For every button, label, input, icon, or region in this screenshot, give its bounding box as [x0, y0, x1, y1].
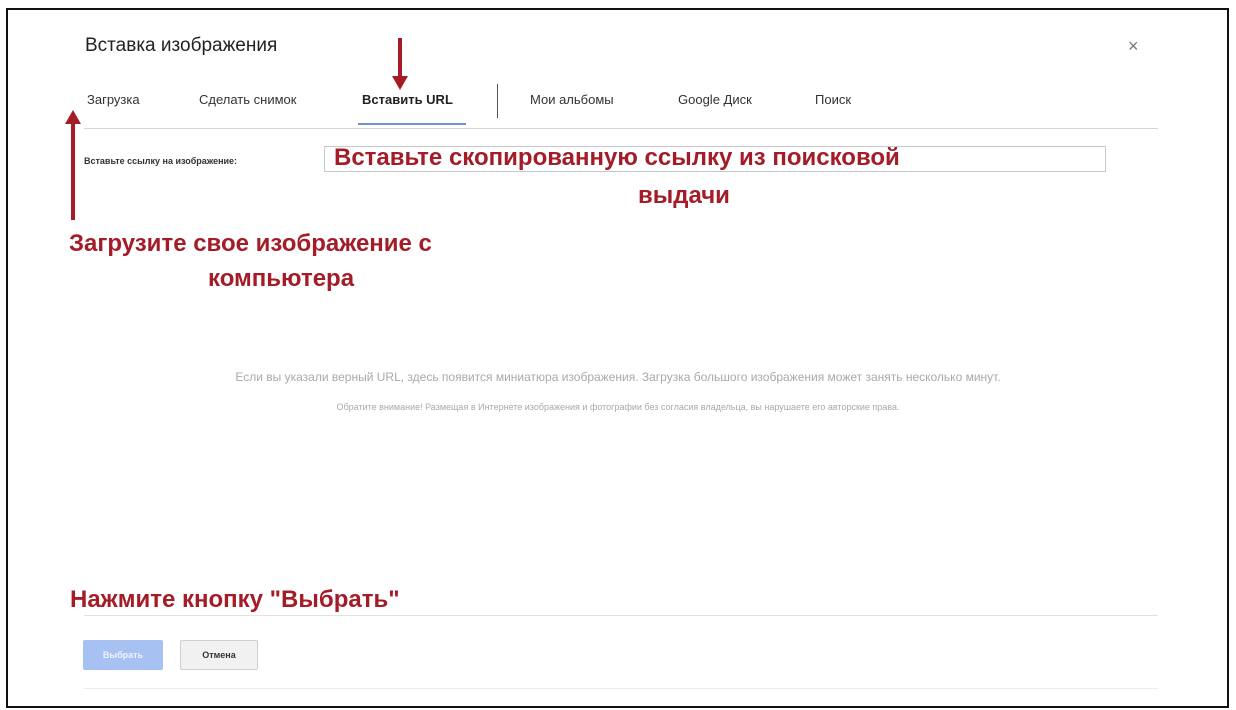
tab-my-albums[interactable]: Мои альбомы — [530, 92, 614, 107]
annotation-upload-line1: Загрузите свое изображение с — [69, 230, 432, 257]
select-button[interactable]: Выбрать — [83, 640, 163, 670]
tab-paste-url[interactable]: Вставить URL — [362, 92, 453, 107]
tab-upload[interactable]: Загрузка — [87, 92, 140, 107]
arrow-up-icon — [65, 110, 81, 220]
tabs-divider — [84, 128, 1158, 129]
bottom-divider — [84, 688, 1158, 689]
annotation-paste-link-line2: выдачи — [638, 182, 730, 209]
url-field-label: Вставьте ссылку на изображение: — [84, 156, 238, 166]
tab-take-snapshot[interactable]: Сделать снимок — [199, 92, 296, 107]
annotation-paste-link-line1: Вставьте скопированную ссылку из поисков… — [334, 144, 900, 171]
annotation-press-select: Нажмите кнопку "Выбрать" — [70, 586, 400, 613]
tab-google-drive[interactable]: Google Диск — [678, 92, 752, 107]
active-tab-indicator — [358, 123, 466, 125]
tab-search[interactable]: Поиск — [815, 92, 851, 107]
preview-hint: Если вы указали верный URL, здесь появит… — [235, 370, 1001, 384]
cancel-button[interactable]: Отмена — [180, 640, 258, 670]
copyright-notice: Обратите внимание! Размещая в Интернете … — [336, 402, 900, 412]
tab-separator — [497, 84, 498, 118]
footer-divider — [84, 615, 1158, 616]
annotation-upload-line2: компьютера — [208, 265, 355, 292]
dialog-title: Вставка изображения — [85, 35, 278, 56]
close-icon[interactable]: × — [1128, 36, 1139, 57]
